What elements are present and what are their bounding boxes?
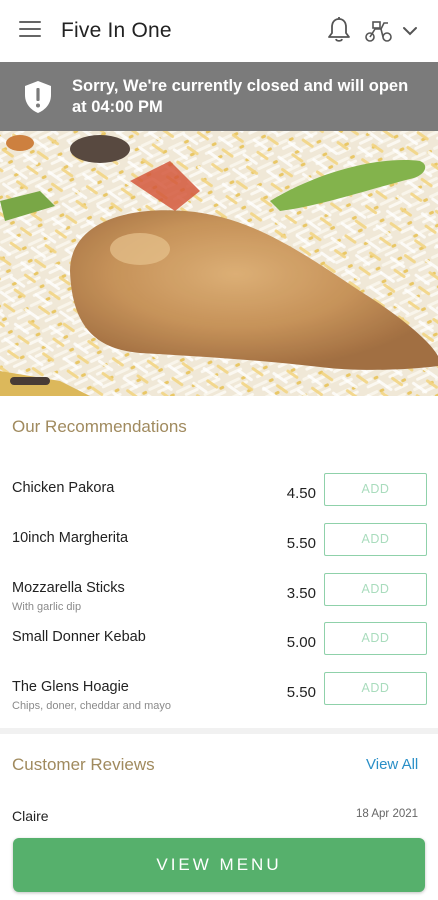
menu-item: Small Donner Kebab 5.00 ADD <box>0 622 438 677</box>
app-header: Five In One <box>0 0 438 62</box>
menu-icon[interactable] <box>19 21 41 39</box>
item-price: 5.50 <box>286 535 316 552</box>
item-price: 5.00 <box>286 634 316 651</box>
reviewer-name: Claire <box>12 808 49 824</box>
item-price: 3.50 <box>286 585 316 602</box>
menu-item: 10inch Margherita 5.50 ADD <box>0 523 438 578</box>
item-description: With garlic dip <box>12 601 82 613</box>
shield-alert-icon <box>25 81 51 113</box>
chevron-down-icon[interactable] <box>402 24 418 38</box>
closed-message: Sorry, We're currently closed and will o… <box>72 77 409 116</box>
add-button[interactable]: ADD <box>324 473 427 506</box>
item-name: Small Donner Kebab <box>12 629 146 645</box>
add-button[interactable]: ADD <box>324 573 427 606</box>
item-description: Chips, doner, cheddar and mayo <box>12 700 171 712</box>
add-button[interactable]: ADD <box>324 523 427 556</box>
item-name: Chicken Pakora <box>12 480 115 496</box>
menu-item: The Glens Hoagie Chips, doner, cheddar a… <box>0 672 438 727</box>
item-name: The Glens Hoagie <box>12 679 129 695</box>
recommendations-title: Our Recommendations <box>12 417 187 436</box>
add-button[interactable]: ADD <box>324 622 427 655</box>
view-menu-button[interactable]: VIEW MENU <box>13 838 425 892</box>
bell-icon[interactable] <box>326 16 352 44</box>
menu-item: Chicken Pakora 4.50 ADD <box>0 473 438 528</box>
hero-food-image <box>0 131 438 396</box>
item-name: Mozzarella Sticks <box>12 580 125 596</box>
item-name: 10inch Margherita <box>12 530 129 546</box>
menu-item: Mozzarella Sticks With garlic dip 3.50 A… <box>0 573 438 628</box>
section-divider <box>0 728 438 734</box>
scooter-icon[interactable] <box>364 18 394 44</box>
add-button[interactable]: ADD <box>324 672 427 705</box>
item-price: 5.50 <box>286 684 316 701</box>
item-price: 4.50 <box>286 485 316 502</box>
reviews-title: Customer Reviews <box>12 755 155 774</box>
view-all-link[interactable]: View All <box>366 756 418 773</box>
review-date: 18 Apr 2021 <box>356 808 419 820</box>
restaurant-title: Five In One <box>61 19 172 42</box>
